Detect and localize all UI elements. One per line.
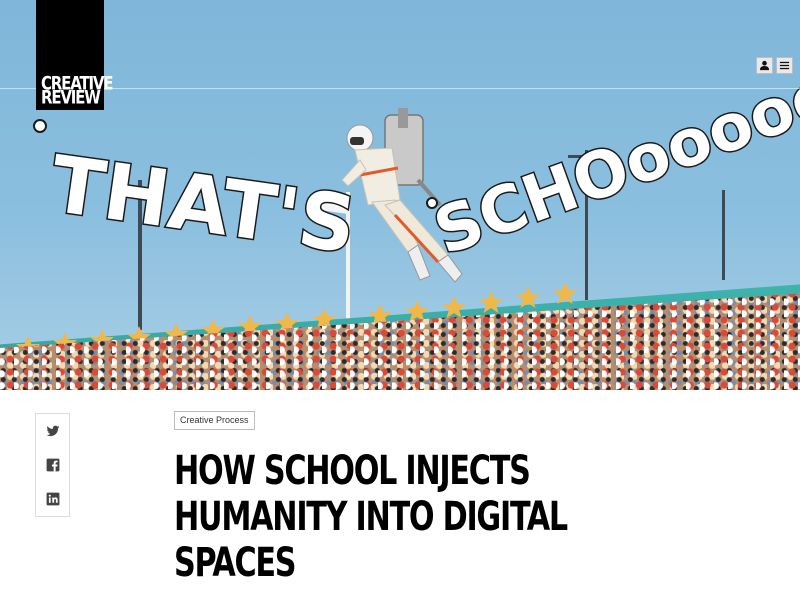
header-actions <box>756 57 793 74</box>
cloud-text-right: SCHOooooool... <box>425 9 800 270</box>
creative-review-logo[interactable]: CREATIVE REVIEW <box>36 0 114 110</box>
share-bar <box>35 413 70 517</box>
cloud-text-left: THAT'S <box>45 140 361 272</box>
share-linkedin-button[interactable] <box>36 482 69 516</box>
headline-line-1: HOW SCHOOL INJECTS <box>174 448 531 494</box>
headline-line-2: HUMANITY INTO DIGITAL <box>174 494 568 540</box>
facebook-icon <box>46 458 59 472</box>
linkedin-icon <box>46 492 59 506</box>
cloud-lettering: THAT'S SCHOooooool... <box>33 8 800 273</box>
article-headline: HOW SCHOOL INJECTS HUMANITY INTO DIGITAL… <box>174 448 644 586</box>
user-icon <box>759 60 770 71</box>
category-tag[interactable]: Creative Process <box>174 411 255 430</box>
hamburger-menu-icon <box>779 61 790 70</box>
header-divider <box>0 88 800 89</box>
hero-image: THAT'S SCHOooooool... <box>0 0 800 390</box>
twitter-icon <box>46 425 59 437</box>
account-button[interactable] <box>756 57 773 74</box>
share-facebook-button[interactable] <box>36 448 69 482</box>
menu-button[interactable] <box>776 57 793 74</box>
logo-line-2: REVIEW <box>41 86 101 109</box>
share-twitter-button[interactable] <box>36 414 69 448</box>
headline-line-3: SPACES <box>174 540 297 586</box>
